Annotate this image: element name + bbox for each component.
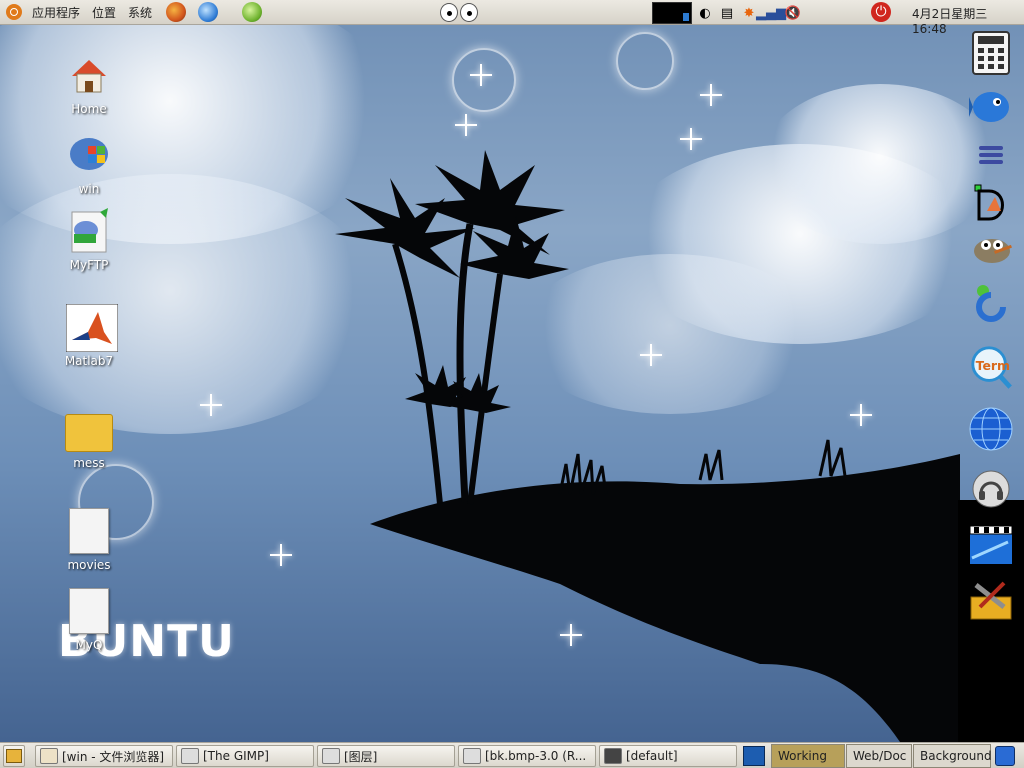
ftp-link-icon xyxy=(66,208,112,254)
desktop-icon-movies[interactable]: movies xyxy=(49,508,129,572)
desktop-icon-label: movies xyxy=(67,558,111,572)
power-icon[interactable]: ⏻ xyxy=(871,2,891,22)
gimp-icon xyxy=(181,748,199,764)
home-icon xyxy=(66,52,112,98)
eye-icon xyxy=(460,3,478,22)
inkscape-icon[interactable] xyxy=(968,180,1014,226)
bottom-panel: [win - 文件浏览器] [The GIMP] [图层] [bk.bmp-3.… xyxy=(0,742,1024,768)
ubuntu-logo-icon[interactable] xyxy=(6,4,22,20)
trash-icon[interactable] xyxy=(995,746,1015,766)
globe-icon[interactable] xyxy=(968,406,1014,452)
firefox-icon[interactable] xyxy=(166,2,187,22)
taskbar-window-layers[interactable]: [图层] xyxy=(317,745,455,767)
taskbar-window-label: [default] xyxy=(626,749,678,763)
taskbar-window-default[interactable]: [default] xyxy=(599,745,737,767)
desktop-icon-win[interactable]: win xyxy=(49,132,129,196)
desktop-icon-label: Matlab7 xyxy=(64,354,114,368)
printer-icon[interactable]: ▤ xyxy=(718,4,736,22)
menu-system[interactable]: 系统 xyxy=(122,4,158,21)
menu-places[interactable]: 位置 xyxy=(86,4,122,21)
desktop-icon-myq[interactable]: MyQ xyxy=(49,588,129,652)
taskbar-window-file-browser[interactable]: [win - 文件浏览器] xyxy=(35,745,173,767)
file-icon xyxy=(69,588,109,634)
matlab-icon xyxy=(65,303,119,353)
taskbar-window-bk-bmp[interactable]: [bk.bmp-3.0 (R... xyxy=(458,745,596,767)
desktop-icon-label: mess xyxy=(73,456,105,470)
file-icon xyxy=(69,508,109,554)
gimp-icon xyxy=(322,748,340,764)
terminal-launcher-icon[interactable] xyxy=(743,746,765,766)
desktop-icon-label: Home xyxy=(71,102,107,116)
taskbar-window-label: [The GIMP] xyxy=(203,749,269,763)
desktop-icon-mess[interactable]: mess xyxy=(49,406,129,470)
menu-icon[interactable] xyxy=(968,132,1014,178)
eye-icon xyxy=(440,3,458,22)
media-icon[interactable] xyxy=(968,522,1014,568)
desktop-icon-label: MyQ xyxy=(75,638,103,652)
folder-icon xyxy=(40,748,58,764)
refresh-app-icon[interactable] xyxy=(968,282,1014,328)
term-icon[interactable]: Term xyxy=(968,344,1014,390)
gimp-icon[interactable] xyxy=(968,224,1014,270)
headphones-icon[interactable] xyxy=(968,466,1014,512)
fish-icon[interactable] xyxy=(968,84,1014,130)
desktop-icon-label: MyFTP xyxy=(69,258,109,272)
chat-icon[interactable] xyxy=(242,2,263,22)
network-signal-icon[interactable]: ▂▄▆ xyxy=(756,4,786,22)
show-desktop-icon xyxy=(6,749,22,763)
folder-icon xyxy=(65,414,113,452)
show-desktop-button[interactable] xyxy=(3,745,25,767)
desktop-icon-myftp[interactable]: MyFTP xyxy=(49,208,129,272)
terminal-icon xyxy=(604,748,622,764)
desktop-wallpaper: BUNTU xyxy=(0,24,1024,742)
taskbar-window-label: [bk.bmp-3.0 (R... xyxy=(485,749,587,763)
weather-icon[interactable]: ◐ xyxy=(696,4,714,22)
workspace-web-doc[interactable]: Web/Doc xyxy=(846,744,912,768)
workspace-background[interactable]: Background xyxy=(913,744,992,768)
xeyes-applet[interactable] xyxy=(440,3,478,22)
system-tray: ◐ ▤ ✸ ▂▄▆ 🔇 xyxy=(652,2,802,24)
tools-icon[interactable] xyxy=(968,576,1014,622)
image-icon xyxy=(463,748,481,764)
calculator-icon[interactable] xyxy=(968,30,1014,76)
taskbar-window-gimp[interactable]: [The GIMP] xyxy=(176,745,314,767)
desktop-icon-label: win xyxy=(78,182,100,196)
desktop-icon-home[interactable]: Home xyxy=(49,52,129,116)
workspace-working[interactable]: Working xyxy=(771,744,845,768)
windows-drive-icon xyxy=(66,132,112,178)
term-label: Term xyxy=(976,358,1010,373)
desktop-icon-matlab7[interactable]: Matlab7 xyxy=(49,303,129,368)
taskbar-window-label: [win - 文件浏览器] xyxy=(62,749,165,764)
system-monitor-icon[interactable] xyxy=(652,2,692,24)
menu-applications[interactable]: 应用程序 xyxy=(26,4,86,21)
browser-icon[interactable] xyxy=(198,2,219,22)
taskbar-window-label: [图层] xyxy=(344,749,378,764)
volume-muted-icon[interactable]: 🔇 xyxy=(784,4,802,22)
